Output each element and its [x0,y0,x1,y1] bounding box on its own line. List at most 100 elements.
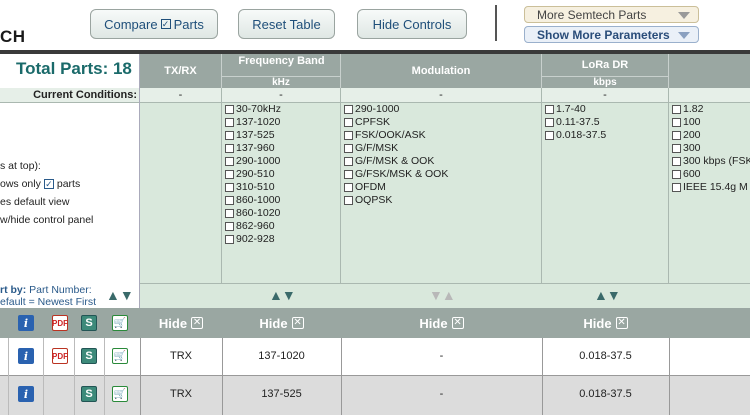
checkbox[interactable] [672,131,681,140]
freq-hide-button[interactable]: Hide ✕ [222,308,341,338]
checkbox[interactable] [225,183,234,192]
next-option[interactable]: 300 kbps (FSK) [672,155,750,168]
sort-arrows-icon[interactable]: ▲▼ [106,287,134,303]
checkbox[interactable] [225,209,234,218]
mod-option[interactable]: FSK/OOK/ASK [344,129,448,142]
lora-option[interactable]: 1.7-40 [545,103,606,116]
cart-icon[interactable]: 🛒 [112,348,128,364]
checkbox[interactable] [344,183,353,192]
reset-table-button[interactable]: Reset Table [238,9,335,39]
checkbox[interactable] [225,170,234,179]
mod-option[interactable]: G/FSK/MSK & OOK [344,168,448,181]
checkbox[interactable] [225,105,234,114]
freq-option[interactable]: 137-1020 [225,116,281,129]
checkbox[interactable] [344,196,353,205]
checkbox[interactable] [225,196,234,205]
mod-option-label: FSK/OOK/ASK [355,129,426,141]
pdf-icon: PDF [52,315,68,331]
s-icon[interactable]: S [81,348,97,364]
left-line-2: ows only ✓ parts [0,178,80,190]
cart-icon[interactable]: 🛒 [112,386,128,402]
sort-by-value[interactable]: Part Number: [29,284,91,296]
info-icon[interactable]: i [18,386,34,402]
checkbox[interactable] [672,157,681,166]
checkbox[interactable] [225,144,234,153]
checkbox-icon[interactable]: ✓ [43,179,54,189]
hide-label: Hide [583,315,612,331]
mod-option[interactable]: G/F/MSK [344,142,448,155]
freq-option[interactable]: 862-960 [225,220,281,233]
checkbox[interactable] [545,105,554,114]
next-option[interactable]: 300 [672,142,750,155]
next-option[interactable]: 600 [672,168,750,181]
freq-option-label: 137-960 [236,142,275,154]
next-option[interactable]: IEEE 15.4g M [672,181,750,194]
lora-option[interactable]: 0.018-37.5 [545,129,606,142]
mod-option[interactable]: OQPSK [344,194,448,207]
checkbox[interactable] [672,170,681,179]
checkbox[interactable] [672,183,681,192]
checkbox[interactable] [225,235,234,244]
lora-hide-button[interactable]: Hide ✕ [542,308,669,338]
mod-option[interactable]: G/F/MSK & OOK [344,155,448,168]
info-icon[interactable]: i [18,348,34,364]
freq-option[interactable]: 137-525 [225,129,281,142]
freq-sort-arrows-icon[interactable]: ▲▼ [269,287,296,303]
freq-option-label: 860-1000 [236,194,281,206]
checkbox[interactable] [225,157,234,166]
freq-option[interactable]: 290-510 [225,168,281,181]
checkbox[interactable] [672,144,681,153]
mod-option[interactable]: OFDM [344,181,448,194]
next-option[interactable]: 200 [672,129,750,142]
next-option-label: 300 kbps (FSK) [683,155,750,167]
checkbox[interactable] [672,105,681,114]
hide-control: Hide ✕ [542,308,669,338]
txrx-hide-button[interactable]: Hide ✕ [140,308,222,338]
more-semtech-parts-dropdown[interactable]: More Semtech Parts [524,6,699,23]
freq-option[interactable]: 860-1020 [225,207,281,220]
hide-controls-button[interactable]: Hide Controls [357,9,467,39]
checkbox[interactable] [545,118,554,127]
txrx-filter [140,103,222,283]
checkbox[interactable] [344,157,353,166]
freq-option[interactable]: 310-510 [225,181,281,194]
freq-option[interactable]: 860-1000 [225,194,281,207]
compare-parts-button[interactable]: Compare ✓ Parts [90,9,218,39]
lora-option-label: 0.11-37.5 [556,116,600,128]
mod-sort-arrows-icon[interactable]: ▼▲ [429,287,456,303]
freq-option[interactable]: 902-928 [225,233,281,246]
next-options: 1.82 100 200 300 300 kbps (FSK) 600 IEEE 15.4g… [672,103,750,194]
mod-option[interactable]: 290-1000 [344,103,448,116]
lora-condition: - [542,88,669,103]
checkbox[interactable] [545,131,554,140]
mod-option-label: OFDM [355,181,386,193]
left-line-1: s at top): [0,160,41,172]
column-header-next [669,54,750,88]
next-option[interactable]: 100 [672,116,750,129]
checkbox[interactable] [225,222,234,231]
show-more-parameters-dropdown[interactable]: Show More Parameters [524,26,699,43]
checkbox[interactable] [344,118,353,127]
freq-option[interactable]: 30-70kHz [225,103,281,116]
pdf-icon[interactable]: PDF [52,348,68,364]
mod-hide-button[interactable]: Hide ✕ [341,308,542,338]
mod-option[interactable]: CPFSK [344,116,448,129]
next-option[interactable]: 1.82 [672,103,750,116]
freq-option[interactable]: 290-1000 [225,155,281,168]
lora-option[interactable]: 0.11-37.5 [545,116,606,129]
freq-option[interactable]: 137-960 [225,142,281,155]
checkbox[interactable] [344,144,353,153]
s-icon[interactable]: S [81,386,97,402]
checkbox[interactable] [672,118,681,127]
mod-option-label: CPFSK [355,116,391,128]
lora-sort-arrows-icon[interactable]: ▲▼ [594,287,621,303]
checkbox[interactable] [225,118,234,127]
checkbox[interactable] [344,170,353,179]
sort-by-line: rt by: Part Number: [0,284,92,296]
checkbox[interactable] [225,131,234,140]
checkbox[interactable] [344,131,353,140]
close-icon: ✕ [615,317,628,329]
checkbox[interactable] [344,105,353,114]
hide-label: Hide [158,315,188,331]
frequency-unit: kHz [222,76,341,88]
